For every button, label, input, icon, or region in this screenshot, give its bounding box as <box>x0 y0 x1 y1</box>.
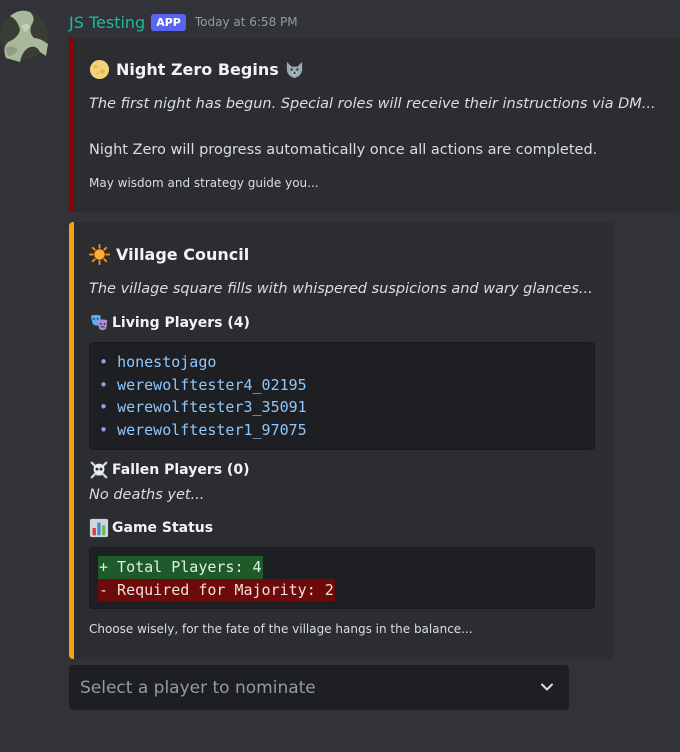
fallen-players-label: Fallen Players (0) <box>112 462 250 478</box>
game-status-field: Game Status <box>89 518 604 538</box>
embed-title-text: Village Council <box>116 245 250 264</box>
embed-body: Night Zero will progress automatically o… <box>89 142 598 158</box>
fallen-players-text: No deaths yet... <box>89 487 205 503</box>
select-placeholder: Select a player to nominate <box>80 677 316 698</box>
nominate-select[interactable]: Select a player to nominate <box>69 665 569 710</box>
list-item: • werewolftester3_35091 <box>99 398 307 416</box>
timestamp[interactable]: Today at 6:58 PM <box>195 15 298 29</box>
list-item: • honestojago <box>99 353 217 371</box>
living-players-codeblock: • honestojago • werewolftester4_02195 • … <box>89 342 595 450</box>
living-players-label: Living Players (4) <box>112 315 250 331</box>
game-status-label: Game Status <box>112 520 214 536</box>
living-players-field: Living Players (4) <box>89 313 604 333</box>
embed-title: Night Zero Begins <box>89 59 670 80</box>
embed-title: Village Council <box>89 244 604 265</box>
embed-description: The village square fills with whispered … <box>89 281 593 297</box>
avatar-image <box>0 10 48 62</box>
wolf-icon <box>286 61 302 79</box>
list-item: • werewolftester1_97075 <box>99 420 307 439</box>
sun-icon <box>89 244 110 265</box>
majority-line: - Required for Majority: 2 <box>98 578 335 601</box>
game-status-codeblock: + Total Players: 4 - Required for Majori… <box>89 547 595 609</box>
embed-title-text: Night Zero Begins <box>116 60 279 79</box>
list-item: • werewolftester4_02195 <box>99 375 307 394</box>
theater-masks-icon <box>90 314 108 331</box>
total-players-line: + Total Players: 4 <box>98 556 263 579</box>
embed-description: The first night has begun. Special roles… <box>89 96 656 112</box>
avatar[interactable] <box>0 8 48 62</box>
app-badge: APP <box>151 13 186 31</box>
username[interactable]: JS Testing <box>69 13 145 32</box>
message-header: JS Testing APP Today at 6:58 PM <box>69 10 298 34</box>
village-council-embed: Village Council The village square fills… <box>69 222 614 659</box>
bar-chart-icon <box>89 518 109 538</box>
bot-message: JS Testing APP Today at 6:58 PM Night Ze… <box>0 0 680 752</box>
chevron-down-icon <box>541 683 553 691</box>
skull-crossbones-icon <box>90 461 108 479</box>
full-moon-icon <box>89 59 110 80</box>
embed-footer: Choose wisely, for the fate of the villa… <box>89 622 473 636</box>
night-zero-embed: Night Zero Begins The first night has be… <box>69 38 680 212</box>
fallen-players-field: Fallen Players (0) <box>89 460 604 480</box>
embed-footer: May wisdom and strategy guide you... <box>89 176 319 190</box>
